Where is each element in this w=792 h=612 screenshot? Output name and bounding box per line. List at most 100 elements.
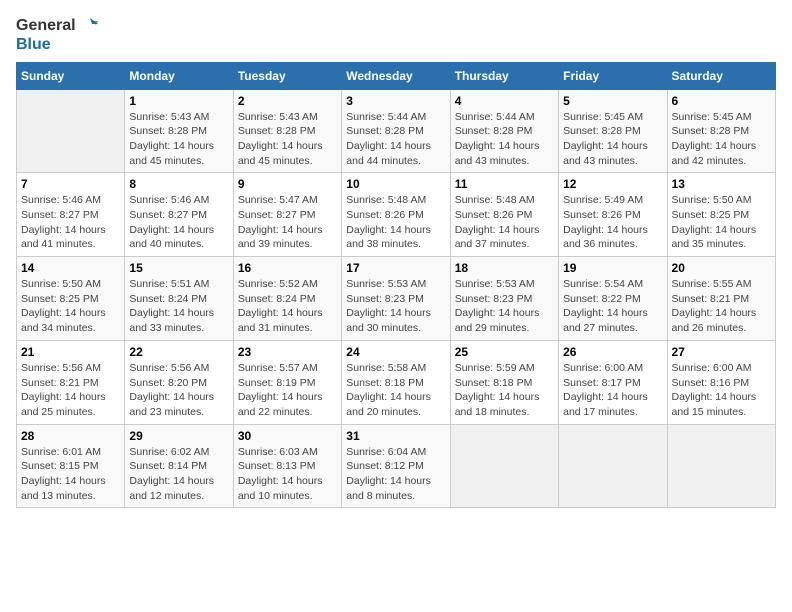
- calendar-cell: 4 Sunrise: 5:44 AM Sunset: 8:28 PM Daylig…: [450, 89, 558, 173]
- day-info: Sunrise: 5:58 AM Sunset: 8:18 PM Dayligh…: [346, 361, 445, 420]
- day-info: Sunrise: 5:45 AM Sunset: 8:28 PM Dayligh…: [672, 110, 771, 169]
- day-number: 11: [455, 177, 554, 191]
- calendar-cell: 11 Sunrise: 5:48 AM Sunset: 8:26 PM Dayli…: [450, 173, 558, 257]
- calendar-header-row: SundayMondayTuesdayWednesdayThursdayFrid…: [17, 62, 776, 89]
- calendar-cell: 19Sunrise: 5:54 AM Sunset: 8:22 PM Dayli…: [559, 257, 667, 341]
- day-info: Sunrise: 5:50 AM Sunset: 8:25 PM Dayligh…: [672, 193, 771, 252]
- day-number: 23: [238, 345, 337, 359]
- calendar-cell: 2 Sunrise: 5:43 AM Sunset: 8:28 PM Daylig…: [233, 89, 341, 173]
- day-info: Sunrise: 6:04 AM Sunset: 8:12 PM Dayligh…: [346, 445, 445, 504]
- day-number: 26: [563, 345, 662, 359]
- day-number: 30: [238, 429, 337, 443]
- calendar-cell: 17Sunrise: 5:53 AM Sunset: 8:23 PM Dayli…: [342, 257, 450, 341]
- day-info: Sunrise: 6:00 AM Sunset: 8:16 PM Dayligh…: [672, 361, 771, 420]
- day-number: 10: [346, 177, 445, 191]
- header-saturday: Saturday: [667, 62, 775, 89]
- day-number: 7: [21, 177, 120, 191]
- day-number: 25: [455, 345, 554, 359]
- day-info: Sunrise: 5:50 AM Sunset: 8:25 PM Dayligh…: [21, 277, 120, 336]
- day-info: Sunrise: 5:54 AM Sunset: 8:22 PM Dayligh…: [563, 277, 662, 336]
- header-tuesday: Tuesday: [233, 62, 341, 89]
- day-info: Sunrise: 5:51 AM Sunset: 8:24 PM Dayligh…: [129, 277, 228, 336]
- header-monday: Monday: [125, 62, 233, 89]
- calendar-cell: 20 Sunrise: 5:55 AM Sunset: 8:21 PM Dayli…: [667, 257, 775, 341]
- day-info: Sunrise: 5:44 AM Sunset: 8:28 PM Dayligh…: [346, 110, 445, 169]
- logo-container: General Blue: [16, 16, 98, 54]
- logo-text-blue: Blue: [16, 36, 98, 54]
- day-number: 5: [563, 94, 662, 108]
- calendar-cell: 5 Sunrise: 5:45 AM Sunset: 8:28 PM Daylig…: [559, 89, 667, 173]
- calendar-cell: 16Sunrise: 5:52 AM Sunset: 8:24 PM Dayli…: [233, 257, 341, 341]
- day-info: Sunrise: 5:56 AM Sunset: 8:21 PM Dayligh…: [21, 361, 120, 420]
- calendar-cell: 9Sunrise: 5:47 AM Sunset: 8:27 PM Daylig…: [233, 173, 341, 257]
- calendar-cell: 24 Sunrise: 5:58 AM Sunset: 8:18 PM Dayli…: [342, 340, 450, 424]
- day-number: 4: [455, 94, 554, 108]
- day-info: Sunrise: 5:59 AM Sunset: 8:18 PM Dayligh…: [455, 361, 554, 420]
- day-number: 13: [672, 177, 771, 191]
- day-info: Sunrise: 5:47 AM Sunset: 8:27 PM Dayligh…: [238, 193, 337, 252]
- calendar-cell: 14Sunrise: 5:50 AM Sunset: 8:25 PM Dayli…: [17, 257, 125, 341]
- day-info: Sunrise: 5:52 AM Sunset: 8:24 PM Dayligh…: [238, 277, 337, 336]
- day-number: 22: [129, 345, 228, 359]
- day-number: 21: [21, 345, 120, 359]
- day-info: Sunrise: 6:03 AM Sunset: 8:13 PM Dayligh…: [238, 445, 337, 504]
- day-number: 1: [129, 94, 228, 108]
- day-info: Sunrise: 5:53 AM Sunset: 8:23 PM Dayligh…: [346, 277, 445, 336]
- day-info: Sunrise: 5:57 AM Sunset: 8:19 PM Dayligh…: [238, 361, 337, 420]
- day-number: 24: [346, 345, 445, 359]
- header-friday: Friday: [559, 62, 667, 89]
- day-number: 28: [21, 429, 120, 443]
- day-info: Sunrise: 6:01 AM Sunset: 8:15 PM Dayligh…: [21, 445, 120, 504]
- calendar-cell: 22 Sunrise: 5:56 AM Sunset: 8:20 PM Dayli…: [125, 340, 233, 424]
- day-number: 20: [672, 261, 771, 275]
- day-info: Sunrise: 5:46 AM Sunset: 8:27 PM Dayligh…: [129, 193, 228, 252]
- day-number: 12: [563, 177, 662, 191]
- calendar-cell: 13 Sunrise: 5:50 AM Sunset: 8:25 PM Dayli…: [667, 173, 775, 257]
- calendar-cell: [450, 424, 558, 508]
- logo-bird-icon: [78, 16, 98, 36]
- calendar-week-row: 7 Sunrise: 5:46 AM Sunset: 8:27 PM Daylig…: [17, 173, 776, 257]
- calendar-cell: 25 Sunrise: 5:59 AM Sunset: 8:18 PM Dayli…: [450, 340, 558, 424]
- page-header: General Blue: [16, 16, 776, 54]
- calendar-cell: 29 Sunrise: 6:02 AM Sunset: 8:14 PM Dayli…: [125, 424, 233, 508]
- calendar-cell: 12 Sunrise: 5:49 AM Sunset: 8:26 PM Dayli…: [559, 173, 667, 257]
- day-info: Sunrise: 5:48 AM Sunset: 8:26 PM Dayligh…: [346, 193, 445, 252]
- calendar-cell: 26 Sunrise: 6:00 AM Sunset: 8:17 PM Dayli…: [559, 340, 667, 424]
- day-info: Sunrise: 5:46 AM Sunset: 8:27 PM Dayligh…: [21, 193, 120, 252]
- calendar-cell: 15Sunrise: 5:51 AM Sunset: 8:24 PM Dayli…: [125, 257, 233, 341]
- day-number: 8: [129, 177, 228, 191]
- day-number: 27: [672, 345, 771, 359]
- calendar-cell: 1Sunrise: 5:43 AM Sunset: 8:28 PM Daylig…: [125, 89, 233, 173]
- day-info: Sunrise: 5:55 AM Sunset: 8:21 PM Dayligh…: [672, 277, 771, 336]
- day-info: Sunrise: 6:02 AM Sunset: 8:14 PM Dayligh…: [129, 445, 228, 504]
- day-info: Sunrise: 5:43 AM Sunset: 8:28 PM Dayligh…: [238, 110, 337, 169]
- calendar-week-row: 28 Sunrise: 6:01 AM Sunset: 8:15 PM Dayli…: [17, 424, 776, 508]
- day-number: 18: [455, 261, 554, 275]
- calendar-week-row: 14Sunrise: 5:50 AM Sunset: 8:25 PM Dayli…: [17, 257, 776, 341]
- calendar-cell: 31Sunrise: 6:04 AM Sunset: 8:12 PM Dayli…: [342, 424, 450, 508]
- day-number: 6: [672, 94, 771, 108]
- day-info: Sunrise: 5:44 AM Sunset: 8:28 PM Dayligh…: [455, 110, 554, 169]
- day-info: Sunrise: 6:00 AM Sunset: 8:17 PM Dayligh…: [563, 361, 662, 420]
- header-sunday: Sunday: [17, 62, 125, 89]
- day-number: 29: [129, 429, 228, 443]
- calendar-cell: 10 Sunrise: 5:48 AM Sunset: 8:26 PM Dayli…: [342, 173, 450, 257]
- calendar-cell: 21 Sunrise: 5:56 AM Sunset: 8:21 PM Dayli…: [17, 340, 125, 424]
- logo: General Blue: [16, 16, 98, 54]
- calendar-cell: 6 Sunrise: 5:45 AM Sunset: 8:28 PM Daylig…: [667, 89, 775, 173]
- calendar-week-row: 21 Sunrise: 5:56 AM Sunset: 8:21 PM Dayli…: [17, 340, 776, 424]
- header-thursday: Thursday: [450, 62, 558, 89]
- day-number: 2: [238, 94, 337, 108]
- calendar-cell: 3Sunrise: 5:44 AM Sunset: 8:28 PM Daylig…: [342, 89, 450, 173]
- day-info: Sunrise: 5:49 AM Sunset: 8:26 PM Dayligh…: [563, 193, 662, 252]
- day-info: Sunrise: 5:48 AM Sunset: 8:26 PM Dayligh…: [455, 193, 554, 252]
- header-wednesday: Wednesday: [342, 62, 450, 89]
- logo-text-general: General: [16, 17, 76, 35]
- calendar-cell: 23 Sunrise: 5:57 AM Sunset: 8:19 PM Dayli…: [233, 340, 341, 424]
- calendar-cell: 27 Sunrise: 6:00 AM Sunset: 8:16 PM Dayli…: [667, 340, 775, 424]
- calendar-week-row: 1 Sunrise: 5:43 AM Sunset: 8:28 PM Daylig…: [17, 89, 776, 173]
- day-info: Sunrise: 5:56 AM Sunset: 8:20 PM Dayligh…: [129, 361, 228, 420]
- calendar-cell: 7 Sunrise: 5:46 AM Sunset: 8:27 PM Daylig…: [17, 173, 125, 257]
- day-info: Sunrise: 5:45 AM Sunset: 8:28 PM Dayligh…: [563, 110, 662, 169]
- day-info: Sunrise: 5:53 AM Sunset: 8:23 PM Dayligh…: [455, 277, 554, 336]
